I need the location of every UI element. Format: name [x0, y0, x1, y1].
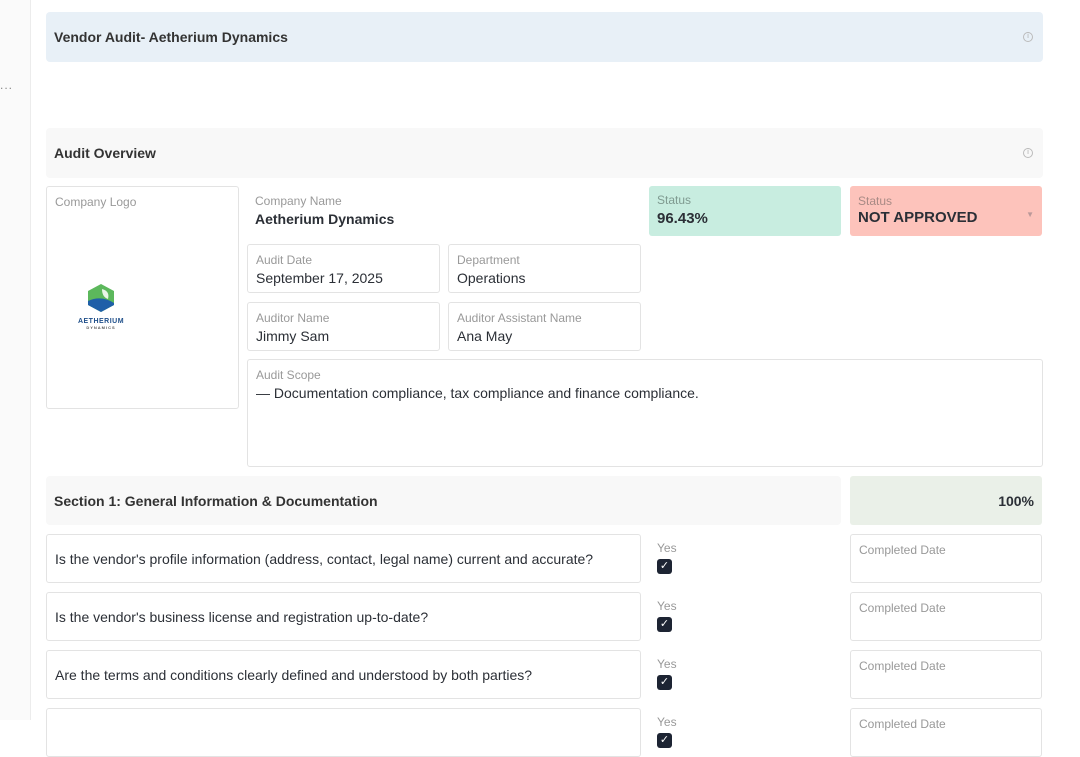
- section-1-score: 100%: [850, 476, 1042, 525]
- page-title: Vendor Audit- Aetherium Dynamics: [54, 29, 288, 45]
- completed-date-field[interactable]: Completed Date: [850, 534, 1042, 583]
- completed-date-field[interactable]: Completed Date: [850, 592, 1042, 641]
- yes-label: Yes: [657, 541, 677, 555]
- yes-checkbox[interactable]: ✓: [657, 559, 672, 574]
- sidebar: [0, 0, 31, 720]
- question-field[interactable]: Is the vendor's business license and reg…: [46, 592, 641, 641]
- question-field[interactable]: Is the vendor's profile information (add…: [46, 534, 641, 583]
- yes-checkbox[interactable]: ✓: [657, 675, 672, 690]
- section-heading: Section 1: General Information & Documen…: [54, 493, 378, 509]
- company-name: Aetherium Dynamics: [255, 211, 394, 227]
- field-label: Auditor Name: [256, 311, 329, 325]
- question-field[interactable]: Are the terms and conditions clearly def…: [46, 650, 641, 699]
- audit-date-field[interactable]: Audit Date September 17, 2025: [247, 244, 440, 293]
- section-heading: Audit Overview: [54, 145, 156, 161]
- yes-checkbox[interactable]: ✓: [657, 617, 672, 632]
- status-dropdown[interactable]: Status NOT APPROVED ▼: [850, 186, 1042, 236]
- check-icon: ✓: [660, 560, 669, 572]
- field-value: Operations: [457, 270, 525, 286]
- company-logo: AETHERIUMDYNAMICS: [72, 283, 130, 330]
- completed-date-field[interactable]: Completed Date: [850, 708, 1042, 757]
- audit-overview-header: Audit Overview i: [46, 128, 1043, 178]
- field-label: Company Name: [255, 194, 342, 208]
- field-value: September 17, 2025: [256, 270, 383, 286]
- field-label: Completed Date: [859, 543, 946, 557]
- field-label: Status: [657, 193, 691, 207]
- field-label: Audit Scope: [256, 368, 321, 382]
- field-value: — Documentation compliance, tax complian…: [256, 385, 699, 401]
- question-field[interactable]: [46, 708, 641, 757]
- department-field[interactable]: Department Operations: [448, 244, 641, 293]
- auditor-name-field[interactable]: Auditor Name Jimmy Sam: [247, 302, 440, 351]
- status-value: NOT APPROVED: [858, 209, 977, 226]
- score-field: Status 96.43%: [649, 186, 841, 236]
- field-label: Status: [858, 194, 892, 208]
- field-label: Completed Date: [859, 717, 946, 731]
- yes-label: Yes: [657, 715, 677, 729]
- completed-date-field[interactable]: Completed Date: [850, 650, 1042, 699]
- more-icon[interactable]: ...: [0, 78, 13, 92]
- field-label: Completed Date: [859, 659, 946, 673]
- yes-label: Yes: [657, 657, 677, 671]
- field-label: Department: [457, 253, 520, 267]
- info-icon[interactable]: i: [1023, 32, 1033, 42]
- check-icon: ✓: [660, 734, 669, 746]
- field-label: Completed Date: [859, 601, 946, 615]
- section-1-header: Section 1: General Information & Documen…: [46, 476, 841, 525]
- logo-hexagon-icon: [86, 283, 116, 313]
- section-score-value: 100%: [998, 493, 1034, 509]
- field-label: Audit Date: [256, 253, 312, 267]
- audit-scope-field[interactable]: Audit Scope — Documentation compliance, …: [247, 359, 1043, 467]
- field-value: Ana May: [457, 328, 512, 344]
- company-logo-field[interactable]: Company Logo AETHERIUMDYNAMICS: [46, 186, 239, 409]
- info-icon[interactable]: i: [1023, 148, 1033, 158]
- score-value: 96.43%: [657, 210, 708, 227]
- yes-checkbox[interactable]: ✓: [657, 733, 672, 748]
- check-icon: ✓: [660, 676, 669, 688]
- check-icon: ✓: [660, 618, 669, 630]
- field-value: Jimmy Sam: [256, 328, 329, 344]
- question-text: Is the vendor's business license and reg…: [55, 609, 428, 625]
- chevron-down-icon: ▼: [1026, 210, 1034, 219]
- yes-label: Yes: [657, 599, 677, 613]
- field-label: Auditor Assistant Name: [457, 311, 582, 325]
- page-title-banner: Vendor Audit- Aetherium Dynamics i: [46, 12, 1043, 62]
- question-text: Are the terms and conditions clearly def…: [55, 667, 532, 683]
- field-label: Company Logo: [55, 195, 136, 209]
- question-text: Is the vendor's profile information (add…: [55, 551, 593, 567]
- auditor-assistant-field[interactable]: Auditor Assistant Name Ana May: [448, 302, 641, 351]
